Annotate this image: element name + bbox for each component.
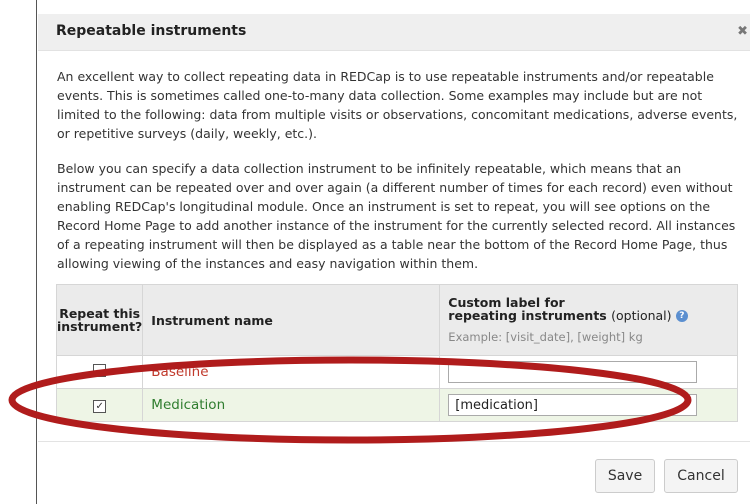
description-paragraph: Below you can specify a data collection … [57,161,736,271]
intro-paragraph: An excellent way to collect repeating da… [57,69,738,141]
header-instrument-name: Instrument name [142,284,441,356]
repeatable-instruments-table: Repeat this instrument? Instrument name … [55,284,738,422]
dialog-footer-divider [38,441,750,442]
custom-label-input-baseline[interactable] [448,361,698,383]
custom-label-input-medication[interactable] [448,394,698,416]
question-circle-icon[interactable]: ? [675,310,688,323]
repeat-checkbox-medication[interactable]: ✓ [93,399,107,413]
cancel-button[interactable]: Cancel [664,459,738,493]
repeatable-instruments-dialog: Repeatable instruments ✖ An excellent wa… [38,0,750,504]
header-repeat-instrument: Repeat this instrument? [55,284,144,356]
instrument-name-cell: Medication [142,388,441,422]
repeat-checkbox-cell: ✓ [55,388,144,422]
header-custom-label-line2: repeating instruments [448,307,607,323]
table-header-row: Repeat this instrument? Instrument name … [55,284,738,356]
save-button[interactable]: Save [595,459,655,493]
custom-label-cell [439,355,738,389]
dialog-title: Repeatable instruments [56,23,247,39]
header-example: Example: [visit_date], [weight] kg [448,330,643,345]
custom-label-cell [439,388,738,422]
instrument-name-medication: Medication [151,397,226,413]
header-optional: (optional) [611,307,672,323]
instrument-name-cell: Baseline [142,355,441,389]
repeat-checkbox-baseline[interactable] [93,363,107,377]
table-row: Baseline [55,355,738,389]
instrument-name-baseline: Baseline [151,364,209,380]
page-left-border [36,0,37,504]
close-icon[interactable]: ✖ [737,24,748,39]
header-repeat-line2: instrument? [57,319,143,334]
header-custom-label: Custom label for repeating instruments (… [439,284,738,356]
dialog-titlebar: Repeatable instruments ✖ [38,14,750,51]
table-row: ✓ Medication [55,388,738,422]
repeat-checkbox-cell [55,355,144,389]
